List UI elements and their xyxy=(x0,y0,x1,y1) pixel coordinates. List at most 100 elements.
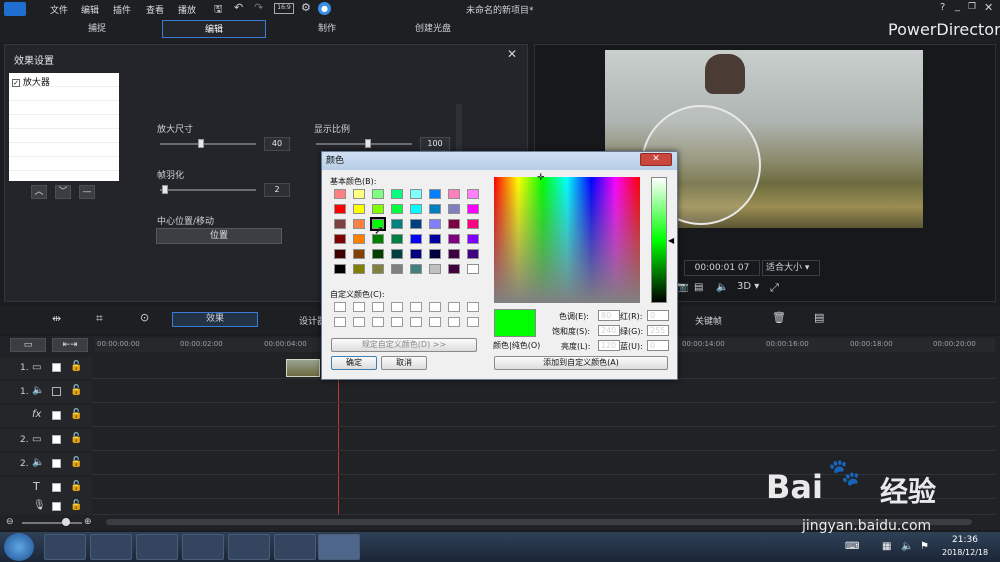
custom-color-swatch[interactable] xyxy=(334,317,346,327)
track-enable-checkbox[interactable] xyxy=(52,435,61,444)
color-swatch[interactable] xyxy=(353,264,365,274)
custom-color-swatch[interactable] xyxy=(410,317,422,327)
custom-color-swatch[interactable] xyxy=(353,302,365,312)
minimize-icon[interactable]: _ xyxy=(955,1,960,12)
lock-icon[interactable]: 🔓 xyxy=(70,481,82,492)
color-swatch[interactable] xyxy=(410,249,422,259)
zoom-slider[interactable] xyxy=(22,522,82,524)
delete-icon[interactable]: 🗑 xyxy=(772,311,786,324)
volume-icon[interactable]: 🔈 xyxy=(716,282,728,293)
taskbar-recorder-icon[interactable] xyxy=(274,534,316,560)
custom-color-swatch[interactable] xyxy=(391,317,403,327)
color-swatch[interactable] xyxy=(391,204,403,214)
redo-icon[interactable]: ↷ xyxy=(254,1,263,14)
lock-icon[interactable]: 🔓 xyxy=(70,385,82,396)
move-down-button[interactable]: ﹀ xyxy=(55,185,71,199)
color-swatch[interactable] xyxy=(353,219,365,229)
color-spectrum[interactable] xyxy=(494,177,640,303)
update-icon[interactable]: ● xyxy=(318,2,331,15)
subtitle-icon[interactable]: ▤ xyxy=(694,282,703,293)
color-swatch[interactable] xyxy=(372,249,384,259)
effects-button[interactable]: 效果 xyxy=(172,312,258,327)
menu-view[interactable]: 查看 xyxy=(146,3,164,16)
taskbar-media-icon[interactable] xyxy=(228,534,270,560)
menu-edit[interactable]: 编辑 xyxy=(81,3,99,16)
track-enable-checkbox[interactable] xyxy=(52,387,61,396)
ratio-value[interactable]: 100 xyxy=(420,137,450,151)
ratio-slider[interactable] xyxy=(316,143,412,145)
tab-edit[interactable]: 编辑 xyxy=(162,20,266,38)
video-clip[interactable] xyxy=(286,359,320,377)
track-manager-button[interactable]: ▭ xyxy=(10,338,46,352)
lock-icon[interactable]: 🔓 xyxy=(70,361,82,372)
undock-icon[interactable]: ⤢ xyxy=(770,281,779,295)
color-swatch[interactable] xyxy=(334,219,346,229)
track-enable-checkbox[interactable] xyxy=(52,363,61,372)
custom-color-swatch[interactable] xyxy=(334,302,346,312)
custom-color-swatch[interactable] xyxy=(391,302,403,312)
color-swatch[interactable] xyxy=(448,234,460,244)
color-swatch[interactable] xyxy=(467,249,479,259)
cancel-button[interactable]: 取消 xyxy=(381,356,427,370)
color-swatch[interactable] xyxy=(448,204,460,214)
add-custom-color-button[interactable]: 添加到自定义颜色(A) xyxy=(494,356,668,370)
zoom-slider-knob[interactable] xyxy=(62,518,70,526)
close-icon[interactable]: ✕ xyxy=(984,1,993,14)
taskbar-powerdirector-icon[interactable] xyxy=(318,534,360,560)
restore-icon[interactable]: ❐ xyxy=(968,2,976,12)
track-enable-checkbox[interactable] xyxy=(52,459,61,468)
color-swatch[interactable] xyxy=(391,234,403,244)
color-swatch[interactable] xyxy=(353,249,365,259)
color-swatch[interactable] xyxy=(391,264,403,274)
color-swatch[interactable] xyxy=(391,249,403,259)
fit-timeline-button[interactable]: ⇤⇥ xyxy=(52,338,88,352)
feather-slider-knob[interactable] xyxy=(162,185,168,194)
crop-icon[interactable]: ⌗ xyxy=(96,311,103,326)
saturation-input[interactable]: 240 xyxy=(598,325,620,336)
taskbar-browser-icon[interactable] xyxy=(44,534,86,560)
lock-icon[interactable]: 🔓 xyxy=(70,457,82,468)
lock-icon[interactable]: 🔓 xyxy=(70,500,82,511)
move-up-button[interactable]: ︿ xyxy=(31,185,47,199)
color-swatch[interactable] xyxy=(467,204,479,214)
magnify-value[interactable]: 40 xyxy=(264,137,290,151)
color-swatch[interactable] xyxy=(372,204,384,214)
save-icon[interactable]: 🖫 xyxy=(214,2,223,19)
tab-produce[interactable]: 制作 xyxy=(290,20,364,38)
aspect-ratio-icon[interactable]: 16:9 xyxy=(274,3,294,14)
mode-3d-button[interactable]: 3D ▾ xyxy=(737,281,759,292)
color-swatch[interactable] xyxy=(353,204,365,214)
custom-color-swatch[interactable] xyxy=(353,317,365,327)
feather-slider[interactable] xyxy=(160,189,256,191)
color-swatch[interactable] xyxy=(429,189,441,199)
ok-button[interactable]: 确定 xyxy=(331,356,377,370)
custom-color-swatch[interactable] xyxy=(410,302,422,312)
taskbar-qq-icon[interactable] xyxy=(136,534,178,560)
custom-color-swatch[interactable] xyxy=(467,317,479,327)
color-swatch[interactable] xyxy=(429,249,441,259)
luminance-bar[interactable] xyxy=(651,177,667,303)
color-swatch[interactable] xyxy=(410,264,422,274)
define-custom-button[interactable]: 规定自定义颜色(D) >> xyxy=(331,338,477,352)
color-swatch[interactable] xyxy=(429,204,441,214)
track-enable-checkbox[interactable] xyxy=(52,502,61,511)
color-swatch[interactable] xyxy=(391,189,403,199)
zoom-in-icon[interactable]: ⊕ xyxy=(84,517,92,527)
custom-color-swatch[interactable] xyxy=(429,317,441,327)
fit-dropdown[interactable]: 适合大小 ▾ xyxy=(762,260,820,276)
luminance-pointer-icon[interactable]: ◀ xyxy=(668,236,674,245)
tab-disc[interactable]: 创建光盘 xyxy=(396,20,470,38)
remove-button[interactable]: — xyxy=(79,185,95,199)
color-swatch[interactable] xyxy=(448,264,460,274)
panel-close-icon[interactable]: ✕ xyxy=(507,47,517,61)
color-swatch[interactable] xyxy=(334,234,346,244)
color-swatch[interactable] xyxy=(448,189,460,199)
color-swatch[interactable] xyxy=(429,219,441,229)
custom-color-swatch[interactable] xyxy=(467,302,479,312)
effect-list[interactable]: ✓ 放大器 xyxy=(9,73,119,181)
tab-capture[interactable]: 捕捉 xyxy=(60,20,134,38)
color-swatch[interactable] xyxy=(372,264,384,274)
custom-color-swatch[interactable] xyxy=(448,302,460,312)
color-swatch[interactable] xyxy=(334,189,346,199)
split-icon[interactable]: ⇹ xyxy=(52,312,61,325)
